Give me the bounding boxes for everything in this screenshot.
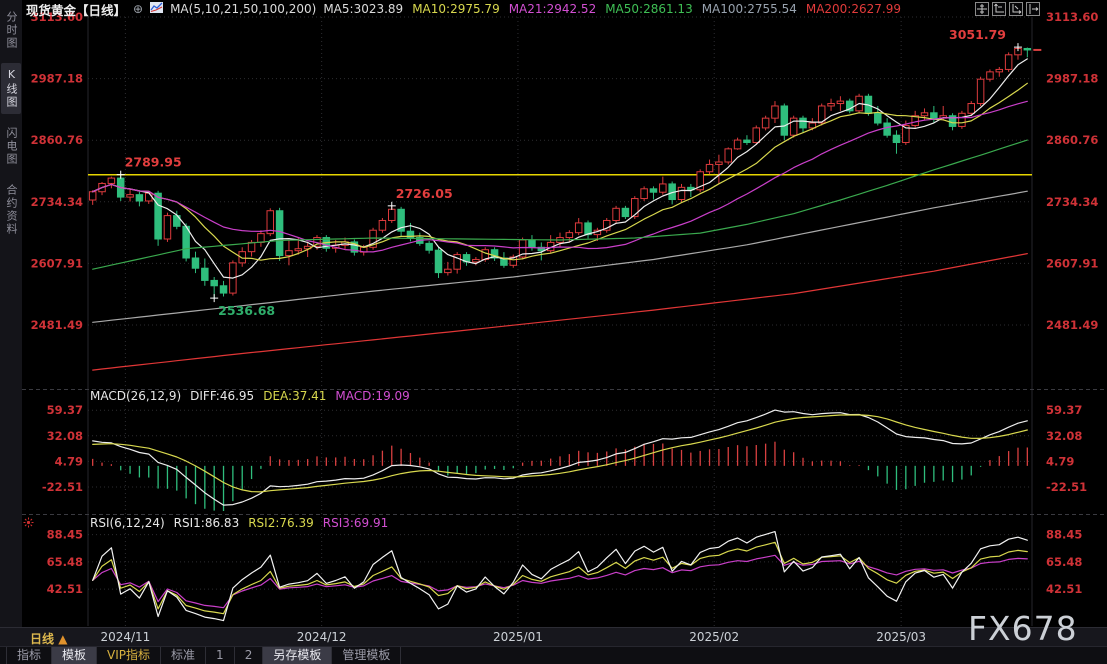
svg-text:-22.51: -22.51	[1046, 480, 1087, 494]
sidebar-item-3[interactable]: 合约资料	[1, 179, 21, 241]
time-axis-bar: 日线 ▲ 2024/11 2024/12 2025/01 2025/02 2025/03	[0, 627, 1107, 646]
ma-settings-label[interactable]: MA(5,10,21,50,100,200)	[170, 2, 316, 16]
svg-text:32.08: 32.08	[1046, 429, 1082, 443]
svg-text:65.48: 65.48	[1046, 555, 1082, 569]
month-label-3: 2025/02	[689, 630, 740, 644]
svg-text:88.45: 88.45	[1046, 528, 1082, 542]
rsi-value-0: RSI1:86.83	[173, 516, 240, 530]
macd-title[interactable]: MACD(26,12,9)	[90, 389, 181, 403]
svg-text:88.45: 88.45	[47, 528, 83, 542]
bottom-tab-7[interactable]: 管理模板	[332, 647, 402, 664]
bottom-tab-2[interactable]: VIP指标	[97, 647, 162, 664]
svg-text:2481.49: 2481.49	[31, 318, 83, 332]
svg-text:2789.95: 2789.95	[125, 155, 182, 170]
svg-text:2481.49: 2481.49	[1046, 318, 1098, 332]
chart-toolbar	[975, 2, 1040, 16]
ma-legend-item-2: MA21:2942.52	[508, 2, 597, 16]
axis-scale-icon[interactable]	[1009, 2, 1023, 16]
link-toggle-icon[interactable]: ⊕	[133, 2, 143, 16]
svg-text:32.08: 32.08	[47, 429, 83, 443]
svg-text:2860.76: 2860.76	[31, 133, 83, 147]
svg-text:3051.79: 3051.79	[949, 27, 1006, 42]
macd-value-0: DIFF:46.95	[190, 389, 255, 403]
svg-text:4.79: 4.79	[1046, 454, 1074, 468]
svg-text:59.37: 59.37	[47, 403, 83, 417]
collapse-panel-icon[interactable]	[1026, 2, 1040, 16]
bottom-tab-0[interactable]: 指标	[6, 647, 53, 664]
bottom-tab-5[interactable]: 2	[235, 647, 264, 664]
left-sidebar: 分时图 K线图闪电图合约资料	[0, 0, 22, 627]
bottom-tab-bar: 指标 模板 VIP指标 标准 1 2 另存模板 管理模板	[0, 646, 1107, 664]
axis-zoom-icon[interactable]	[992, 2, 1006, 16]
month-label-2: 2025/01	[493, 630, 543, 644]
ma-legend-item-5: MA200:2627.99	[805, 2, 901, 16]
svg-text:59.37: 59.37	[1046, 403, 1082, 417]
symbol-title: 现货黄金【日线】	[26, 2, 127, 18]
svg-text:2987.18: 2987.18	[1046, 72, 1098, 86]
pan-tool-icon[interactable]	[975, 2, 989, 16]
svg-text:2860.76: 2860.76	[1046, 133, 1098, 147]
rsi-value-1: RSI2:76.39	[248, 516, 314, 530]
ma-legend-item-1: MA10:2975.79	[412, 2, 500, 16]
svg-text:65.48: 65.48	[47, 555, 83, 569]
month-label-1: 2024/12	[296, 630, 347, 644]
mini-chart-icon[interactable]	[150, 2, 164, 16]
ma-legend-item-3: MA50:2861.13	[605, 2, 693, 16]
month-label-4: 2025/03	[876, 630, 927, 644]
pane-settings-icon[interactable]	[23, 513, 34, 532]
bottom-tab-3[interactable]: 标准	[161, 647, 207, 664]
chart-canvas[interactable]: 3113.60 3113.602987.18 2987.182860.76 2860.…	[0, 0, 1107, 664]
svg-text:2987.18: 2987.18	[31, 72, 83, 86]
sidebar-item-2[interactable]: 闪电图	[1, 122, 21, 171]
period-label: 日线	[30, 632, 55, 646]
macd-values: DIFF:46.95 DEA:37.41 MACD:19.09	[190, 389, 410, 403]
svg-text:4.79: 4.79	[55, 454, 83, 468]
svg-text:42.51: 42.51	[47, 582, 83, 596]
macd-value-1: DEA:37.41	[263, 389, 327, 403]
sidebar-item-1[interactable]: K线图	[1, 63, 21, 114]
trading-app-window: 3113.60 3113.60 2987.18 2987.18 2860.76 2860.…	[0, 0, 1107, 664]
svg-text:2726.05: 2726.05	[396, 186, 453, 201]
bottom-tab-4[interactable]: 1	[206, 647, 235, 664]
svg-text:2536.68: 2536.68	[218, 303, 275, 318]
svg-text:42.51: 42.51	[1046, 582, 1082, 596]
chart-header: 现货黄金【日线】 ⊕ MA(5,10,21,50,100,200) MA5:30…	[26, 1, 901, 18]
svg-text:3113.60: 3113.60	[1046, 10, 1098, 24]
period-arrow-icon: ▲	[58, 632, 68, 646]
bottom-tab-1[interactable]: 模板	[52, 647, 98, 664]
rsi-label-row: RSI(6,12,24) RSI1:86.83 RSI2:76.39 RSI3:69…	[90, 516, 388, 530]
rsi-values: RSI1:86.83 RSI2:76.39 RSI3:69.91	[174, 516, 389, 530]
bottom-tab-6[interactable]: 另存模板	[263, 647, 333, 664]
rsi-title[interactable]: RSI(6,12,24)	[90, 516, 165, 530]
svg-text:2734.34: 2734.34	[31, 195, 83, 209]
sidebar-item-0[interactable]: 分时图	[1, 6, 21, 55]
ma-legend-item-4: MA100:2755.54	[701, 2, 797, 16]
svg-text:2607.91: 2607.91	[1046, 256, 1098, 270]
ma-legend-item-0: MA5:3023.89	[323, 2, 404, 16]
macd-value-2: MACD:19.09	[335, 389, 410, 403]
ma-legend: MA5:3023.89 MA10:2975.79 MA21:2942.52 MA50:…	[323, 2, 901, 16]
svg-text:2607.91: 2607.91	[31, 256, 83, 270]
macd-label-row: MACD(26,12,9) DIFF:46.95 DEA:37.41 MACD:19…	[90, 389, 410, 403]
svg-text:2734.34: 2734.34	[1046, 195, 1098, 209]
rsi-value-2: RSI3:69.91	[322, 516, 389, 530]
svg-text:-22.51: -22.51	[42, 480, 83, 494]
watermark: FX678	[968, 609, 1078, 648]
period-selector[interactable]: 日线 ▲	[30, 630, 67, 647]
month-label-0: 2024/11	[100, 630, 151, 644]
